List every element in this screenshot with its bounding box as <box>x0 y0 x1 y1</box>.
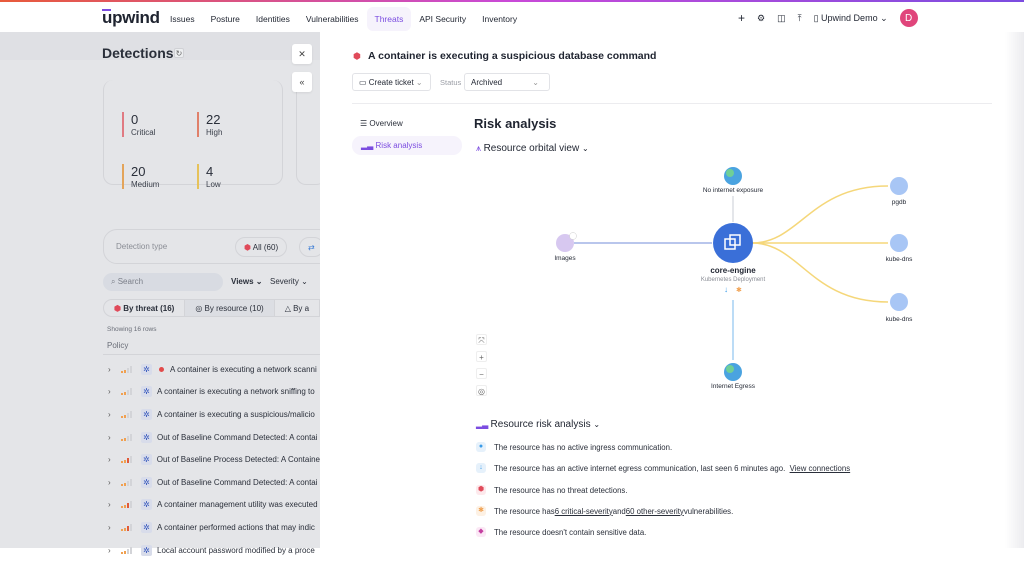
globe-icon <box>724 167 742 185</box>
center-node-type: Kubernetes Deployment <box>700 277 766 283</box>
center-node-name: core-engine <box>710 266 756 275</box>
kube-dns-label-1: kube-dns <box>885 256 913 263</box>
critical-vulns-link[interactable]: 6 critical-severity <box>555 507 613 516</box>
edge-kube-dns-2 <box>751 242 889 303</box>
bug-icon: ✱ <box>736 286 742 294</box>
kube-dns-node-1 <box>890 234 908 252</box>
shield-icon: ⬢ <box>476 485 486 495</box>
arrow-down-icon: ↓ <box>476 463 486 473</box>
fit-view-button[interactable]: ⤧ <box>476 334 487 345</box>
bars-icon: ▂▃ <box>476 420 491 429</box>
risk-sensitive-data: ◆ The resource doesn't contain sensitive … <box>476 527 646 537</box>
zoom-in-button[interactable]: + <box>476 351 487 362</box>
other-vulns-link[interactable]: 60 other-severity <box>626 507 684 516</box>
kube-dns-label-2: kube-dns <box>885 316 913 323</box>
pgdb-label: pgdb <box>891 199 907 206</box>
images-label: Images <box>554 255 576 262</box>
top-node-label: No internet exposure <box>702 187 764 194</box>
core-engine-node <box>713 223 753 263</box>
bug-icon: ✱ <box>476 506 486 516</box>
zoom-out-button[interactable]: − <box>476 368 487 379</box>
center-view-button[interactable]: ◎ <box>476 385 487 396</box>
risk-vulnerabilities: ✱ The resource has 6 critical-severity an… <box>476 506 733 516</box>
edge-pgdb <box>751 185 889 244</box>
data-icon: ◆ <box>476 527 486 537</box>
resource-risk-toggle[interactable]: ▂▃ Resource risk analysis ⌄ <box>476 419 600 430</box>
risk-ingress: ● The resource has no active ingress comm… <box>476 442 672 452</box>
egress-arrow-icon: ↓ <box>724 285 728 294</box>
globe-icon: ● <box>476 442 486 452</box>
view-connections-link[interactable]: View connections <box>790 464 851 473</box>
egress-label: Internet Egress <box>710 383 756 390</box>
risk-threats: ⬢ The resource has no threat detections. <box>476 485 628 495</box>
kube-dns-node-2 <box>890 293 908 311</box>
egress-globe-icon <box>724 363 742 381</box>
pgdb-node <box>890 177 908 195</box>
risk-egress: ↓ The resource has an active internet egr… <box>476 463 850 473</box>
